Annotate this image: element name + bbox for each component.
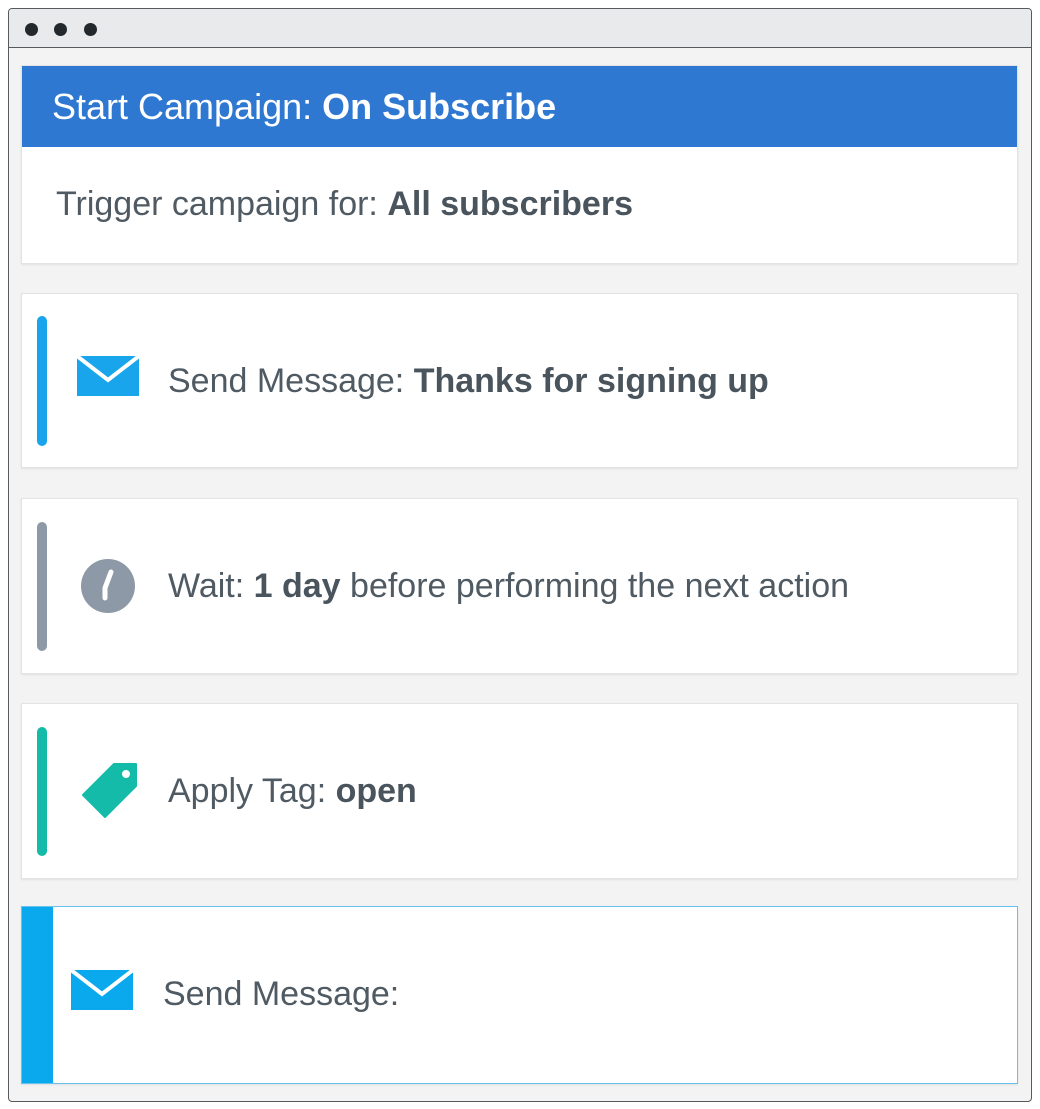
browser-window: Start Campaign: On Subscribe Trigger cam… [8,8,1032,1102]
tag-name: open [335,772,417,810]
send-message-step-selected[interactable]: Send Message: [21,906,1018,1084]
window-control-dot[interactable] [25,23,38,36]
start-campaign-card[interactable]: Start Campaign: On Subscribe Trigger cam… [21,65,1018,264]
apply-tag-step[interactable]: Apply Tag: open [21,703,1018,879]
window-titlebar [9,9,1031,48]
send-message-step[interactable]: Send Message: Thanks for signing up [21,293,1018,468]
step-text: Send Message: Thanks for signing up [168,362,769,401]
wait-step[interactable]: Wait: 1 day before performing the next a… [21,498,1018,674]
trigger-audience: All subscribers [387,185,633,223]
message-name: Thanks for signing up [413,362,769,400]
step-label: Wait: [168,567,245,605]
trigger-label: Trigger campaign for: [56,185,378,223]
step-accent-bar [37,316,47,446]
wait-duration: 1 day [253,567,341,605]
start-campaign-label: Start Campaign: [52,86,313,127]
window-control-dot[interactable] [84,23,97,36]
step-text: Apply Tag: open [168,772,417,811]
window-control-dot[interactable] [54,23,67,36]
envelope-icon [69,968,135,1015]
start-campaign-trigger: On Subscribe [322,86,557,127]
trigger-row: Trigger campaign for: All subscribers [56,185,633,224]
wait-description: before performing the next action [350,567,850,605]
step-accent-bar [37,727,47,856]
step-label: Send Message: [168,362,405,400]
start-campaign-header: Start Campaign: On Subscribe [22,66,1017,147]
step-label: Apply Tag: [168,772,327,810]
step-text: Wait: 1 day before performing the next a… [168,567,849,606]
step-text: Send Message: [163,975,399,1014]
envelope-icon [75,354,141,401]
step-accent-bar [22,907,53,1083]
tag-icon [78,760,140,827]
clock-icon [80,558,136,619]
step-label: Send Message: [163,975,400,1013]
step-accent-bar [37,522,47,651]
